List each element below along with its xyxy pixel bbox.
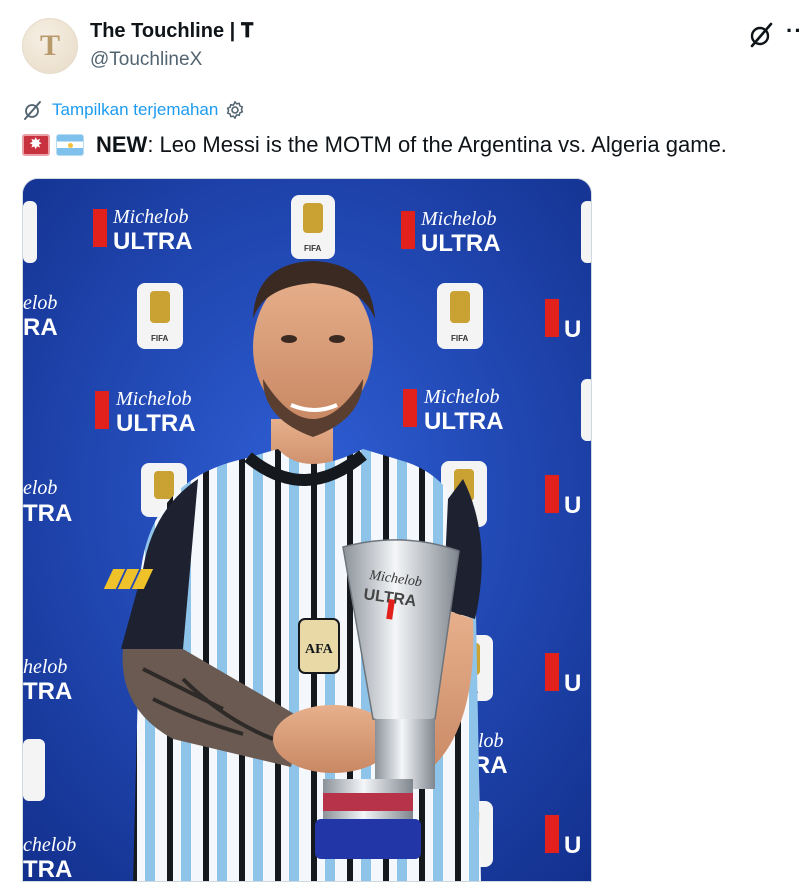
avatar-logo: T — [39, 29, 60, 62]
svg-text:U: U — [564, 832, 581, 859]
tweet-text: NEW : Leo Messi is the MOTM of the Argen… — [22, 130, 727, 160]
avatar[interactable]: T — [22, 18, 78, 74]
tweet-body: : Leo Messi is the MOTM of the Argentina… — [147, 132, 727, 157]
tweet-media-image[interactable]: Michelob ULTRA Michelob ULTRA Michelob U… — [22, 178, 592, 882]
svg-text:TRA: TRA — [23, 678, 72, 705]
show-translation-link[interactable]: Tampilkan terjemahan — [52, 100, 218, 120]
display-name[interactable]: The Touchline | 𝐓 — [90, 20, 254, 43]
svg-text:FIFA: FIFA — [451, 334, 469, 343]
svg-text:Michelob: Michelob — [115, 388, 192, 410]
svg-text:U: U — [564, 316, 581, 343]
svg-text:AFA: AFA — [305, 642, 334, 657]
svg-text:helob: helob — [23, 656, 67, 678]
user-handle[interactable]: @TouchlineX — [90, 49, 202, 71]
svg-text:RA: RA — [23, 314, 58, 341]
grok-icon[interactable] — [746, 20, 776, 50]
alert-flag-icon — [22, 134, 50, 156]
svg-text:chelob: chelob — [23, 834, 76, 856]
svg-text:elob: elob — [23, 292, 57, 314]
svg-text:TRA: TRA — [23, 856, 72, 882]
svg-text:Michelob: Michelob — [112, 206, 189, 228]
svg-text:ULTRA: ULTRA — [421, 230, 501, 257]
messi-trophy-photo: Michelob ULTRA Michelob ULTRA Michelob U… — [23, 179, 591, 882]
svg-text:Michelob: Michelob — [423, 386, 500, 408]
gear-icon[interactable] — [225, 100, 245, 120]
tweet-prefix: NEW — [96, 132, 148, 157]
svg-text:TRA: TRA — [23, 500, 72, 527]
argentina-flag-icon — [56, 134, 84, 156]
svg-text:ULTRA: ULTRA — [116, 410, 196, 437]
svg-text:U: U — [564, 492, 581, 519]
grok-translate-icon — [24, 101, 41, 120]
svg-text:ULTRA: ULTRA — [424, 408, 504, 435]
svg-text:U: U — [564, 670, 581, 697]
svg-text:elob: elob — [23, 477, 57, 499]
svg-text:ULTRA: ULTRA — [113, 228, 193, 255]
svg-text:Michelob: Michelob — [420, 208, 497, 230]
svg-text:FIFA: FIFA — [304, 244, 322, 253]
more-options-button[interactable]: ·· — [786, 18, 800, 44]
svg-text:FIFA: FIFA — [151, 334, 169, 343]
translate-row: Tampilkan terjemahan — [22, 98, 245, 122]
